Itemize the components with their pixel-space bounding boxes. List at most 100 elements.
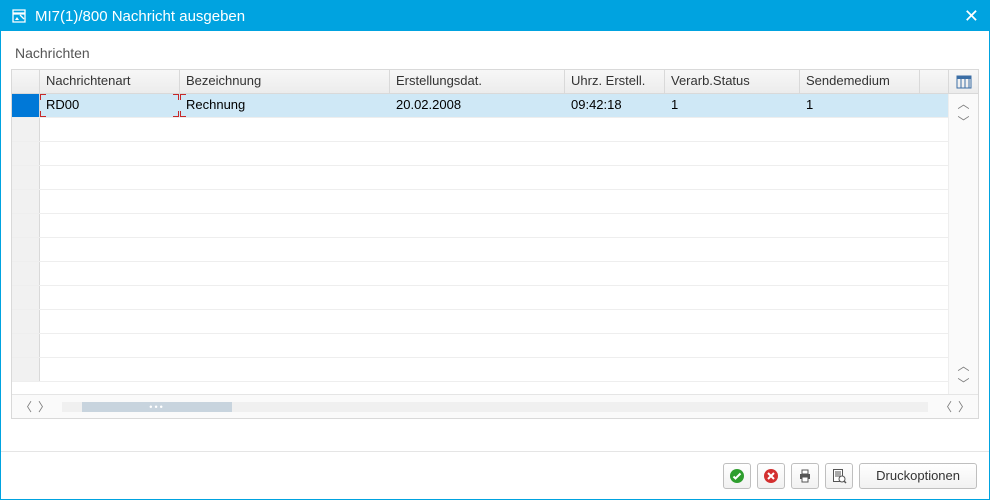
scroll-left-end-icon[interactable]: 〈: [940, 401, 952, 413]
cell-empty[interactable]: [565, 118, 665, 141]
cell-empty[interactable]: [800, 118, 920, 141]
cell-empty[interactable]: [800, 166, 920, 189]
cell-empty[interactable]: [665, 238, 800, 261]
cell-empty[interactable]: [800, 214, 920, 237]
table-row-empty[interactable]: [12, 334, 948, 358]
cell-empty[interactable]: [180, 142, 390, 165]
row-selector[interactable]: [12, 310, 40, 333]
horizontal-scrollbar[interactable]: 〈 〉 ••• 〈 〉: [12, 394, 978, 418]
col-header-proc-status[interactable]: Verarb.Status: [665, 70, 800, 93]
scroll-down-end-icon[interactable]: ﹀: [957, 378, 969, 390]
cell-empty[interactable]: [180, 358, 390, 381]
row-selector[interactable]: [12, 166, 40, 189]
cell-empty[interactable]: [390, 310, 565, 333]
col-header-description[interactable]: Bezeichnung: [180, 70, 390, 93]
cell-empty[interactable]: [665, 118, 800, 141]
row-selector[interactable]: [12, 358, 40, 381]
cell-empty[interactable]: [800, 190, 920, 213]
cell-empty[interactable]: [180, 262, 390, 285]
cell-empty[interactable]: [800, 286, 920, 309]
cell-send-medium[interactable]: 1: [800, 94, 920, 117]
cell-empty[interactable]: [40, 190, 180, 213]
row-selector[interactable]: [12, 238, 40, 261]
cell-empty[interactable]: [565, 310, 665, 333]
accept-button[interactable]: [723, 463, 751, 489]
configure-columns-button[interactable]: [948, 70, 978, 93]
print-preview-button[interactable]: [825, 463, 853, 489]
table-row-empty[interactable]: [12, 310, 948, 334]
cell-empty[interactable]: [565, 334, 665, 357]
cell-empty[interactable]: [565, 262, 665, 285]
cell-empty[interactable]: [800, 358, 920, 381]
cell-empty[interactable]: [920, 358, 948, 381]
cell-empty[interactable]: [565, 142, 665, 165]
cell-empty[interactable]: [40, 166, 180, 189]
row-selector[interactable]: [12, 94, 40, 117]
cell-description[interactable]: Rechnung: [180, 94, 390, 117]
cell-empty[interactable]: [565, 166, 665, 189]
cell-empty[interactable]: [390, 334, 565, 357]
cell-empty[interactable]: [665, 334, 800, 357]
cell-empty[interactable]: [40, 262, 180, 285]
cell-empty[interactable]: [40, 142, 180, 165]
cell-empty[interactable]: [920, 238, 948, 261]
col-header-message-type[interactable]: Nachrichtenart: [40, 70, 180, 93]
hscroll-track[interactable]: •••: [62, 402, 928, 412]
cell-empty[interactable]: [180, 166, 390, 189]
cell-proc-status[interactable]: 1: [665, 94, 800, 117]
cell-empty[interactable]: [180, 310, 390, 333]
cell-empty[interactable]: [920, 118, 948, 141]
cell-empty[interactable]: [920, 286, 948, 309]
cell-empty[interactable]: [800, 334, 920, 357]
row-selector-header[interactable]: [12, 70, 40, 93]
cell-empty[interactable]: [180, 190, 390, 213]
cell-empty[interactable]: [390, 238, 565, 261]
scroll-down-icon[interactable]: ﹀: [957, 116, 969, 128]
col-header-created-date[interactable]: Erstellungsdat.: [390, 70, 565, 93]
col-header-send-medium[interactable]: Sendemedium: [800, 70, 920, 93]
cell-empty[interactable]: [800, 262, 920, 285]
cell-empty[interactable]: [920, 214, 948, 237]
cell-empty[interactable]: [40, 214, 180, 237]
table-row-empty[interactable]: [12, 214, 948, 238]
cell-empty[interactable]: [390, 190, 565, 213]
cell-empty[interactable]: [800, 238, 920, 261]
cell-empty[interactable]: [665, 286, 800, 309]
cell-empty[interactable]: [180, 286, 390, 309]
cell-empty[interactable]: [920, 310, 948, 333]
table-row[interactable]: RD00Rechnung20.02.200809:42:1811: [12, 94, 948, 118]
cell-empty[interactable]: [920, 142, 948, 165]
cell-empty[interactable]: [665, 190, 800, 213]
cell-filler[interactable]: [920, 94, 948, 117]
cell-empty[interactable]: [665, 166, 800, 189]
row-selector[interactable]: [12, 262, 40, 285]
print-options-button[interactable]: Druckoptionen: [859, 463, 977, 489]
cell-empty[interactable]: [565, 286, 665, 309]
cell-empty[interactable]: [180, 238, 390, 261]
table-row-empty[interactable]: [12, 238, 948, 262]
table-row-empty[interactable]: [12, 118, 948, 142]
scroll-right-end-icon[interactable]: 〉: [958, 401, 970, 413]
col-header-created-time[interactable]: Uhrz. Erstell.: [565, 70, 665, 93]
cell-empty[interactable]: [565, 238, 665, 261]
scroll-up-end-icon[interactable]: ︿: [957, 360, 969, 372]
row-selector[interactable]: [12, 190, 40, 213]
cell-empty[interactable]: [390, 166, 565, 189]
cell-created-date[interactable]: 20.02.2008: [390, 94, 565, 117]
cell-empty[interactable]: [180, 118, 390, 141]
row-selector[interactable]: [12, 118, 40, 141]
row-selector[interactable]: [12, 334, 40, 357]
row-selector[interactable]: [12, 142, 40, 165]
cell-created-time[interactable]: 09:42:18: [565, 94, 665, 117]
table-row-empty[interactable]: [12, 166, 948, 190]
cell-empty[interactable]: [390, 358, 565, 381]
cell-empty[interactable]: [665, 358, 800, 381]
cancel-button[interactable]: [757, 463, 785, 489]
cell-empty[interactable]: [800, 310, 920, 333]
cell-empty[interactable]: [920, 334, 948, 357]
cell-empty[interactable]: [40, 310, 180, 333]
hscroll-thumb[interactable]: •••: [82, 402, 232, 412]
cell-empty[interactable]: [40, 118, 180, 141]
table-row-empty[interactable]: [12, 358, 948, 382]
cell-empty[interactable]: [390, 262, 565, 285]
